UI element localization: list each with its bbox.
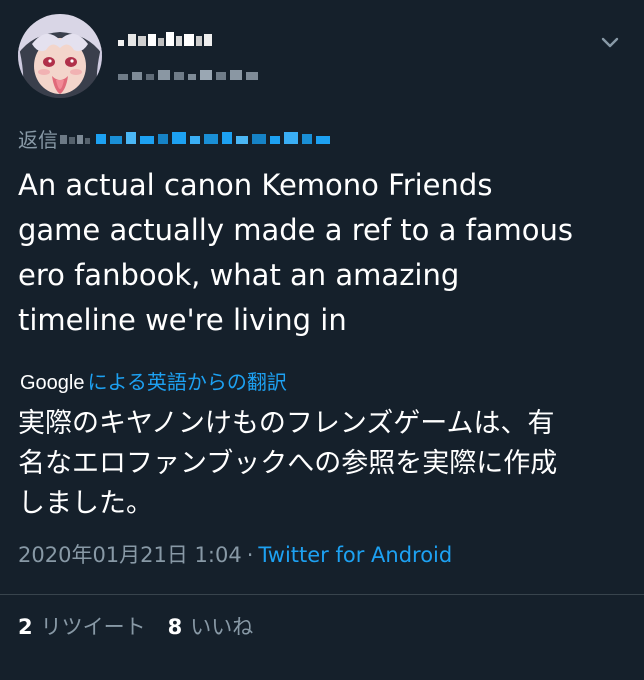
divider xyxy=(0,594,644,595)
retweets-stat[interactable]: 2 リツイート xyxy=(18,611,146,641)
likes-count: 8 xyxy=(167,615,183,639)
user-identity[interactable] xyxy=(118,30,260,84)
timestamp[interactable]: 2020年01月21日 1:04 xyxy=(18,539,242,569)
pixelated-reply-handle[interactable] xyxy=(96,130,334,148)
likes-label: いいね xyxy=(190,615,254,639)
tweet-stats: 2 リツイート 8 いいね xyxy=(18,611,275,641)
avatar-image xyxy=(18,14,102,98)
translation-link[interactable]: による英語からの翻訳 xyxy=(88,366,287,395)
translated-text: 実際のキヤノンけものフレンズゲームは、有 名なエロファンブックへの参照を実際に作… xyxy=(18,408,558,519)
retweets-label: リツイート xyxy=(40,615,146,639)
tweet-card: 返信 An actual canon Kemono Friends game a… xyxy=(0,0,644,680)
tweet-meta: 2020年01月21日 1:04 · Twitter for Android xyxy=(18,539,452,569)
source-link[interactable]: Twitter for Android xyxy=(258,543,452,567)
google-logo: Google xyxy=(20,372,85,394)
chevron-down-icon[interactable] xyxy=(600,36,620,50)
avatar[interactable] xyxy=(18,14,102,98)
translation-attribution: Google による英語からの翻訳 xyxy=(20,366,287,395)
retweets-count: 2 xyxy=(18,615,33,639)
likes-stat[interactable]: 8 いいね xyxy=(168,611,254,641)
reply-context: 返信 xyxy=(18,124,334,153)
pixelated-handle xyxy=(118,70,258,80)
meta-separator: · xyxy=(246,543,254,567)
reply-prefix: 返信 xyxy=(18,128,58,152)
tweet-text: An actual canon Kemono Friends game actu… xyxy=(18,168,574,337)
pixelated-display-name xyxy=(118,32,212,46)
pixelated-reply-text xyxy=(60,134,90,144)
